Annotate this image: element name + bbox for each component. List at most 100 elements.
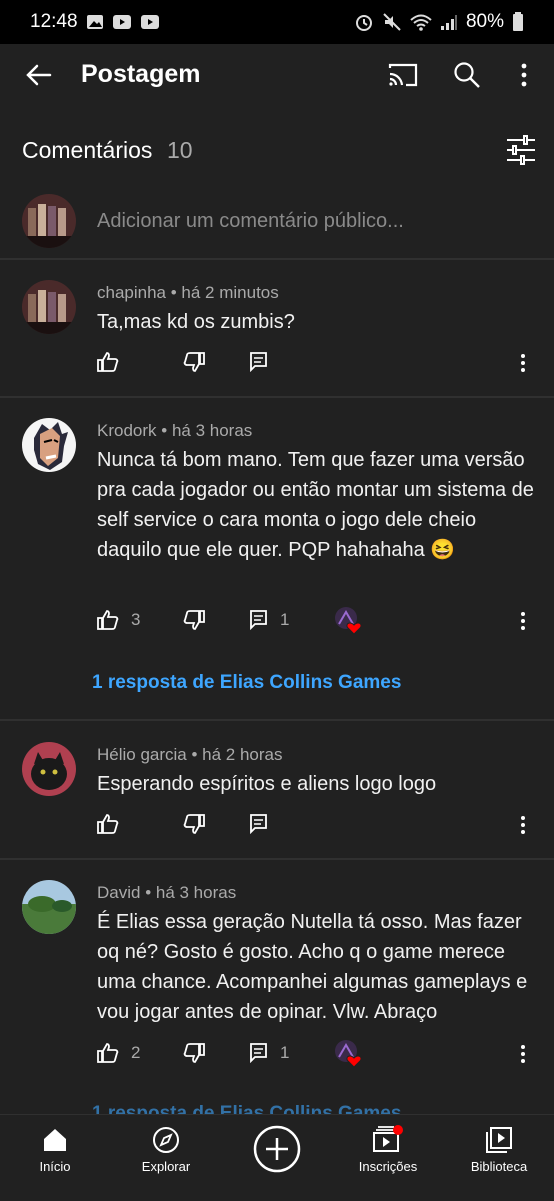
battery-icon (512, 12, 524, 32)
comments-label: Comentários (22, 137, 153, 163)
nav-create[interactable] (227, 1115, 327, 1201)
library-icon (485, 1125, 513, 1155)
thumb-up-icon (97, 352, 119, 372)
avatar[interactable] (22, 280, 76, 334)
comment-actions (0, 352, 554, 382)
like-button[interactable] (97, 352, 119, 372)
reply-button[interactable] (250, 352, 268, 372)
divider (0, 258, 554, 260)
mute-icon (382, 12, 402, 32)
reply-icon (250, 1043, 267, 1063)
add-comment-row[interactable]: Adicionar um comentário público... (0, 188, 554, 258)
avatar[interactable] (22, 742, 76, 796)
comment-meta: Hélio garcia • há 2 horas (97, 745, 283, 764)
comment-text: Esperando espíritos e aliens logo logo (97, 773, 437, 795)
comment-more-icon[interactable] (520, 354, 526, 377)
comment-actions: 2 1 (0, 1040, 554, 1073)
alarm-icon (354, 12, 374, 32)
divider (0, 719, 554, 721)
nav-subscriptions[interactable]: Inscrições (338, 1115, 438, 1201)
home-icon (42, 1125, 68, 1155)
youtube-notif-icon-2 (140, 14, 160, 30)
reply-count: 1 (280, 1043, 290, 1062)
comment-more-icon[interactable] (520, 1045, 526, 1068)
reply-icon (250, 814, 267, 834)
comment-meta: Krodork • há 3 horas (97, 421, 253, 440)
cast-icon[interactable] (386, 58, 420, 92)
avatar (22, 194, 76, 248)
creator-heart-icon (334, 1039, 364, 1069)
like-button[interactable] (97, 814, 119, 834)
back-arrow-icon[interactable] (22, 58, 56, 92)
youtube-notif-icon (112, 14, 132, 30)
like-button[interactable]: 3 (97, 610, 140, 630)
more-vert-icon[interactable] (507, 58, 541, 92)
comment-time: há 2 minutos (181, 283, 279, 302)
dislike-button[interactable] (183, 352, 205, 372)
thumb-down-icon (183, 610, 205, 630)
add-comment-input[interactable]: Adicionar um comentário público... (97, 210, 404, 233)
nav-label: Início (39, 1159, 71, 1174)
gallery-icon (86, 14, 104, 30)
thumb-up-icon (97, 610, 119, 630)
bottom-nav: Início Explorar Inscrições Biblioteca (0, 1114, 554, 1201)
comment-more-icon[interactable] (520, 612, 526, 635)
status-time: 12:48 (30, 11, 78, 32)
avatar[interactable] (22, 418, 76, 472)
subscriptions-icon (372, 1125, 404, 1155)
divider (0, 396, 554, 398)
reply-icon (250, 352, 267, 372)
comment-actions (0, 814, 554, 844)
comment-text: É Elias essa geração Nutella tá osso. Ma… (97, 911, 528, 1023)
comment-meta: David • há 3 horas (97, 883, 237, 902)
like-count: 2 (131, 1043, 141, 1062)
comment-time: há 3 horas (171, 421, 253, 440)
like-button[interactable]: 2 (97, 1043, 140, 1063)
creator-heart-icon (334, 606, 364, 636)
nav-label: Inscrições (358, 1159, 418, 1174)
thumb-up-icon (97, 814, 119, 834)
thumb-up-icon (97, 1043, 119, 1063)
nav-home[interactable]: Início (5, 1115, 105, 1201)
reply-count: 1 (280, 610, 290, 629)
view-replies-link[interactable]: 1 resposta de Elias Collins Games (92, 672, 401, 694)
comments-count: 10 (167, 137, 193, 163)
signal-icon (440, 13, 458, 31)
avatar[interactable] (22, 880, 76, 934)
nav-label: Explorar (141, 1159, 191, 1174)
wifi-icon (410, 13, 432, 31)
dislike-button[interactable] (183, 1043, 205, 1063)
comment-author[interactable]: Hélio garcia (97, 745, 187, 764)
dislike-button[interactable] (183, 610, 205, 630)
like-count: 3 (131, 610, 141, 629)
add-circle-icon (253, 1124, 301, 1174)
comment-author[interactable]: chapinha (97, 283, 166, 302)
nav-explore[interactable]: Explorar (116, 1115, 216, 1201)
nav-library[interactable]: Biblioteca (449, 1115, 549, 1201)
app-bar: Postagem (0, 44, 554, 108)
divider (0, 858, 554, 860)
comments-header: Comentários 10 (0, 108, 554, 188)
nav-label: Biblioteca (470, 1159, 528, 1174)
sort-filter-icon[interactable] (505, 134, 537, 166)
reply-button[interactable]: 1 (250, 610, 289, 630)
comment-author[interactable]: David (97, 883, 140, 902)
comment-time: há 2 horas (202, 745, 283, 764)
thumb-down-icon (183, 352, 205, 372)
reply-button[interactable] (250, 814, 268, 834)
comment-author[interactable]: Krodork (97, 421, 157, 440)
battery-percent: 80% (465, 11, 504, 32)
comment-text: Nunca tá bom mano. Tem que fazer uma ver… (97, 449, 534, 561)
thumb-down-icon (183, 814, 205, 834)
reply-icon (250, 610, 267, 630)
comment-more-icon[interactable] (520, 816, 526, 839)
page-title: Postagem (81, 60, 201, 88)
reply-button[interactable]: 1 (250, 1043, 289, 1063)
status-bar: 12:48 80% (0, 0, 554, 44)
comment-actions: 3 1 (0, 607, 554, 640)
dislike-button[interactable] (183, 814, 205, 834)
compass-icon (152, 1125, 180, 1155)
thumb-down-icon (183, 1043, 205, 1063)
search-icon[interactable] (450, 58, 484, 92)
comment-text: Ta,mas kd os zumbis? (97, 311, 295, 333)
